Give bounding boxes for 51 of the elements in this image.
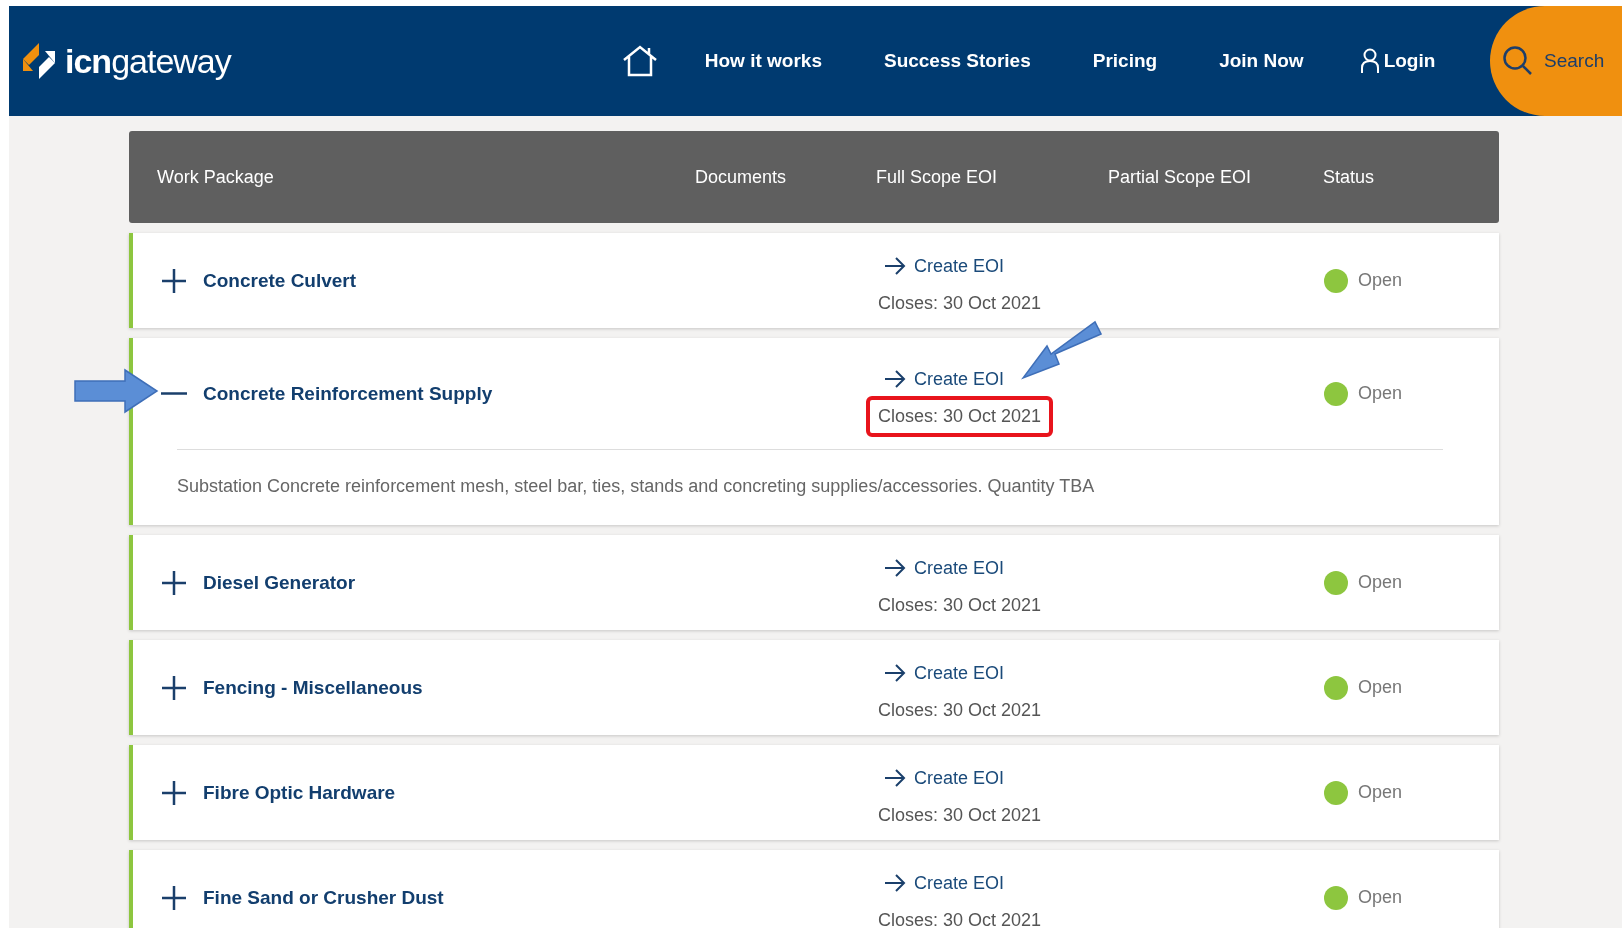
column-header: Status: [1323, 166, 1376, 188]
work-package-toggle[interactable]: Diesel Generator: [161, 569, 356, 596]
nav-link[interactable]: Pricing: [1092, 50, 1158, 72]
column-header: Full Scope EOI: [876, 166, 999, 188]
plus-icon: [161, 779, 187, 806]
arrow-right-icon: [884, 257, 906, 275]
work-package-toggle[interactable]: Fibre Optic Hardware: [161, 779, 396, 806]
arrow-right-icon: [884, 769, 906, 787]
user-icon: [1359, 48, 1380, 74]
create-eoi-link[interactable]: Create EOI: [884, 368, 1005, 390]
status-label: Open: [1358, 677, 1403, 698]
status-label: Open: [1358, 887, 1403, 908]
status-label: Open: [1358, 270, 1403, 291]
column-header: Partial Scope EOI: [1108, 166, 1253, 188]
create-eoi-link[interactable]: Create EOI: [884, 662, 1005, 684]
arrow-right-icon: [884, 664, 906, 682]
work-package-toggle[interactable]: Concrete Reinforcement Supply: [161, 382, 493, 405]
status-label: Open: [1358, 383, 1403, 404]
closing-date: Closes: 30 Oct 2021: [877, 698, 1043, 722]
nav-link[interactable]: Success Stories: [883, 50, 1031, 72]
plus-icon: [161, 267, 187, 294]
plus-icon: [161, 674, 187, 701]
minus-icon: [161, 392, 187, 395]
create-eoi-link[interactable]: Create EOI: [884, 767, 1005, 789]
work-package-description: Substation Concrete reinforcement mesh, steel bar, ties, stands and concreting supplies/accessories. Quantity TBA: [177, 476, 1096, 497]
search-icon: [1502, 45, 1534, 77]
search-button[interactable]: Search: [1490, 6, 1622, 116]
nav-link[interactable]: Join Now: [1219, 50, 1304, 72]
work-package-toggle[interactable]: Fine Sand or Crusher Dust: [161, 884, 444, 911]
column-header: Work Package: [157, 166, 275, 188]
closing-date: Closes: 30 Oct 2021: [866, 395, 1054, 437]
plus-icon: [161, 569, 187, 596]
status-label: Open: [1358, 782, 1403, 803]
arrow-right-icon: [884, 370, 906, 388]
create-eoi-link[interactable]: Create EOI: [884, 557, 1005, 579]
create-eoi-link[interactable]: Create EOI: [884, 872, 1005, 894]
arrow-right-icon: [884, 874, 906, 892]
closing-date: Closes: 30 Oct 2021: [877, 593, 1043, 617]
login-link[interactable]: Login: [1359, 48, 1436, 74]
closing-date: Closes: 30 Oct 2021: [877, 803, 1043, 827]
work-package-toggle[interactable]: Concrete Culvert: [161, 267, 357, 294]
closing-date: Closes: 30 Oct 2021: [877, 291, 1043, 315]
create-eoi-link[interactable]: Create EOI: [884, 255, 1005, 277]
column-header: Documents: [695, 166, 788, 188]
work-package-toggle[interactable]: Fencing - Miscellaneous: [161, 674, 423, 701]
status-label: Open: [1358, 572, 1403, 593]
closing-date: Closes: 30 Oct 2021: [877, 908, 1043, 928]
arrow-right-icon: [884, 559, 906, 577]
nav-link[interactable]: How it works: [704, 50, 822, 72]
plus-icon: [161, 884, 187, 911]
logo-wordmark[interactable]: icngateway: [65, 41, 231, 81]
